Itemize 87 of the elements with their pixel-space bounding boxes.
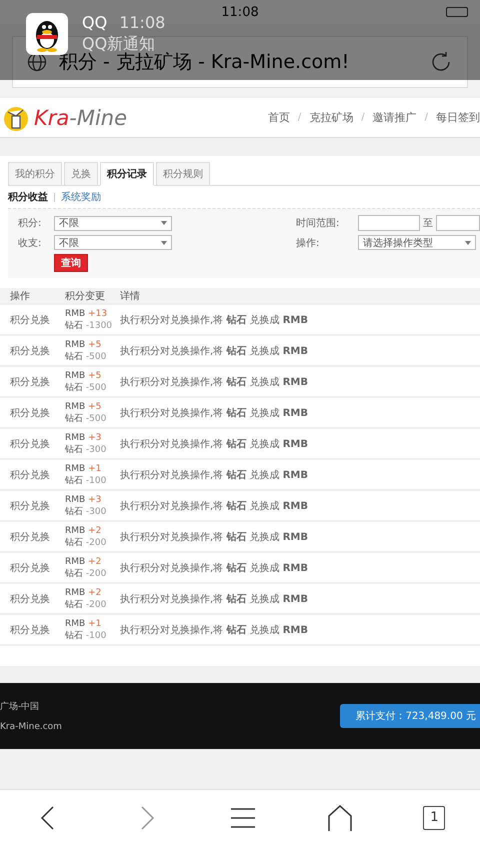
cost-text: 钻石 -500 — [65, 382, 108, 394]
subnav-link[interactable]: 积分收益 — [8, 190, 48, 204]
tab[interactable]: 我的积分 — [8, 162, 62, 186]
home-icon[interactable] — [326, 804, 354, 832]
tab[interactable]: 积分记录 — [100, 162, 154, 186]
nav-link[interactable]: 每日签到 — [436, 110, 480, 125]
battery-icon — [446, 7, 468, 17]
filter-label: 积分: — [18, 217, 42, 230]
detail-text: 执行积分对兑换操作,将 钻石 兑换成 RMB — [120, 624, 309, 636]
gain-text: RMB +5 — [65, 338, 102, 350]
column-header: 操作 — [10, 290, 31, 302]
column-header: 积分变更 — [65, 290, 106, 302]
cost-text: 钻石 -300 — [65, 444, 108, 456]
globe-icon — [27, 52, 47, 72]
detail-text: 执行积分对兑换操作,将 钻石 兑换成 RMB — [120, 530, 309, 544]
table-cell-text: 积分兑换 — [10, 500, 51, 512]
date-field[interactable] — [358, 215, 420, 231]
cost-text: 钻石 -200 — [65, 598, 108, 610]
filter-label: 时间范围: — [296, 216, 340, 230]
tab[interactable]: 积分规则 — [156, 162, 210, 186]
column-header: 详情 — [120, 290, 141, 302]
table-cell-text: 积分兑换 — [10, 314, 51, 326]
cost-text: 钻石 -500 — [65, 350, 108, 362]
footer-text: 广场-中国 — [0, 700, 40, 713]
table-cell-text: 积分兑换 — [10, 376, 51, 388]
caret-icon — [465, 240, 471, 244]
select-field[interactable]: 不限 — [54, 216, 172, 230]
table-cell-text: 积分兑换 — [10, 624, 51, 636]
nav-link[interactable]: 邀请推广 — [372, 110, 417, 125]
cost-text: 钻石 -200 — [65, 536, 108, 548]
detail-text: 执行积分对兑换操作,将 钻石 兑换成 RMB — [120, 438, 309, 450]
nav-separator: / — [298, 112, 302, 123]
detail-text: 执行积分对兑换操作,将 钻石 兑换成 RMB — [120, 592, 309, 606]
table-cell-text: 积分兑换 — [10, 468, 51, 482]
detail-text: 执行积分对兑换操作,将 钻石 兑换成 RMB — [120, 500, 309, 512]
caret-icon — [161, 221, 167, 225]
status-time: 11:08 — [221, 4, 259, 20]
notification-app: QQ — [82, 13, 108, 32]
cost-text: 钻石 -300 — [65, 506, 108, 518]
notification-message: QQ新通知 — [82, 34, 156, 53]
site-logo[interactable]: Kra-Mine — [34, 106, 128, 130]
footer-text: Kra-Mine.com — [0, 722, 62, 732]
filter-label: 收支: — [18, 236, 42, 250]
select-field[interactable]: 请选择操作类型 — [358, 235, 476, 250]
table-cell-text: 积分兑换 — [10, 562, 51, 574]
nav-link[interactable]: 克拉矿场 — [309, 110, 354, 125]
notification-time: 11:08 — [119, 13, 166, 32]
nav-link[interactable]: 首页 — [268, 110, 290, 125]
table-cell-text: 积分兑换 — [10, 406, 51, 420]
caret-icon — [161, 240, 167, 244]
detail-text: 执行积分对兑换操作,将 钻石 兑换成 RMB — [120, 406, 309, 420]
date-field[interactable] — [436, 215, 480, 231]
gain-text: RMB +3 — [65, 494, 102, 506]
gain-text: RMB +5 — [65, 400, 102, 412]
query-button[interactable]: 查询 — [54, 254, 88, 272]
select-field[interactable]: 不限 — [54, 235, 172, 250]
cost-text: 钻石 -500 — [65, 412, 108, 424]
cost-text: 钻石 -100 — [65, 630, 108, 642]
detail-text: 执行积分对兑换操作,将 钻石 兑换成 RMB — [120, 468, 309, 482]
cost-text: 钻石 -100 — [65, 474, 108, 486]
detail-text: 执行积分对兑换操作,将 钻石 兑换成 RMB — [120, 562, 309, 574]
filter-label: 操作: — [296, 236, 320, 250]
gain-text: RMB +1 — [65, 618, 102, 630]
detail-text: 执行积分对兑换操作,将 钻石 兑换成 RMB — [120, 376, 309, 388]
gain-text: RMB +2 — [65, 556, 102, 568]
page-title: 积分 - 克拉矿场 - Kra-Mine.com! — [59, 51, 350, 75]
cost-text: 钻石 -1300 — [65, 320, 114, 332]
cost-text: 钻石 -200 — [65, 568, 108, 580]
nav-separator: / — [424, 112, 428, 123]
total-paid-button[interactable]: 累计支付：723,489.00 元 — [340, 704, 480, 728]
tabs-button[interactable]: 1 — [423, 806, 446, 830]
subnav-link[interactable]: 系统奖励 — [61, 190, 101, 204]
table-cell-text: 积分兑换 — [10, 530, 51, 544]
gain-text: RMB +2 — [65, 524, 102, 536]
gain-text: RMB +13 — [65, 308, 108, 320]
gain-text: RMB +1 — [65, 462, 102, 474]
detail-text: 执行积分对兑换操作,将 钻石 兑换成 RMB — [120, 344, 309, 358]
table-cell-text: 积分兑换 — [10, 438, 51, 450]
detail-text: 执行积分对兑换操作,将 钻石 兑换成 RMB — [120, 314, 309, 326]
nav-separator: / — [361, 112, 365, 123]
tab[interactable]: 兑换 — [64, 162, 98, 186]
gain-text: RMB +2 — [65, 586, 102, 598]
table-cell-text: 积分兑换 — [10, 592, 51, 606]
gain-text: RMB +5 — [65, 370, 102, 382]
filter-label: 至 — [423, 217, 433, 230]
table-cell-text: 积分兑换 — [10, 344, 51, 358]
gain-text: RMB +3 — [65, 432, 102, 444]
